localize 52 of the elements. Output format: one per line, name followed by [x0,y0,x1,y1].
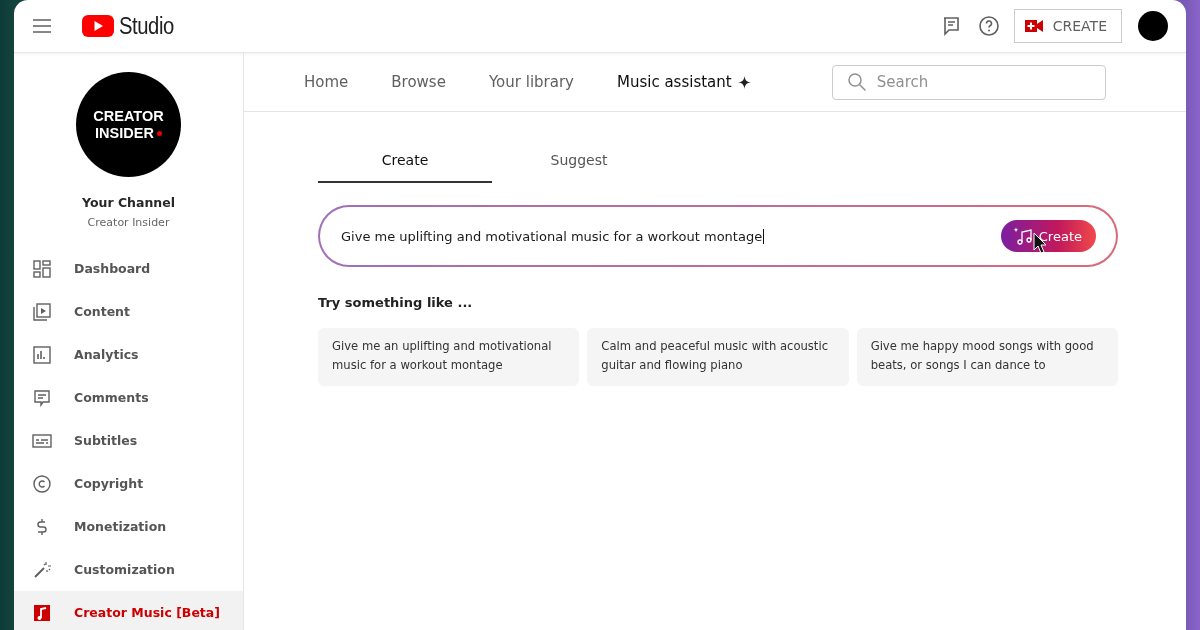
sidebar-item[interactable]: Analytics [14,333,243,376]
dot-icon [156,130,162,136]
channel-title: Your Channel [82,195,175,210]
video-plus-icon [1024,20,1043,32]
create-music-button[interactable]: Create [1000,220,1096,252]
sidebar-item[interactable]: Subtitles [14,419,243,462]
sidebar-label: Creator Music [Beta] [74,605,220,620]
nav-tab[interactable]: Home [304,73,349,91]
copyright-icon [32,473,52,494]
sidebar-item[interactable]: Customization [14,548,243,591]
suggestion-card[interactable]: Give me an uplifting and motivational music for a workout montage [318,328,580,386]
sidebar-label: Copyright [74,476,144,491]
sidebar-label: Monetization [74,519,167,534]
dashboard-icon [32,258,52,279]
help-icon[interactable] [977,15,1000,37]
account-avatar[interactable] [1138,11,1168,41]
analytics-icon [32,344,52,365]
sidebar-item[interactable]: Creator Music [Beta] [14,591,243,630]
customization-icon [32,559,52,580]
suggestion-card[interactable]: Give me happy mood songs with good beats, or songs I can dance to [856,328,1118,386]
nav-tab[interactable]: Music assistant [617,73,751,91]
music-sparkle-icon [1012,226,1035,246]
sidebar-label: Analytics [74,347,139,362]
play-logo-icon [82,15,114,37]
create-button[interactable]: CREATE [1013,9,1122,43]
sidebar-label: Customization [74,562,175,577]
mode-tab[interactable]: Create [318,152,492,183]
avatar-text: INSIDER [95,124,154,142]
sidebar-label: Comments [74,390,149,405]
sidebar-label: Subtitles [74,433,138,448]
content-icon [32,301,52,322]
sidebar-item[interactable]: Content [14,290,243,333]
nav-tab[interactable]: Your library [488,73,574,91]
sidebar-item[interactable]: Dashboard [14,247,243,290]
logo-text: Studio [119,12,174,40]
comments-icon [32,387,52,408]
suggestions-heading: Try something like ... [318,295,474,310]
search-icon [846,72,867,92]
channel-name: Creator Insider [87,216,170,229]
suggestion-card[interactable]: Calm and peaceful music with acoustic guitar and flowing piano [587,328,849,386]
search-placeholder: Search [876,73,929,91]
sidebar-item[interactable]: Monetization [14,505,243,548]
mode-tab[interactable]: Suggest [492,152,666,183]
prompt-input[interactable]: Give me uplifting and motivational music for a workout montage [341,228,765,244]
music-icon [32,602,52,623]
sidebar-label: Dashboard [74,261,151,276]
menu-icon[interactable] [32,18,52,34]
sidebar-item[interactable]: Copyright [14,462,243,505]
nav-tab[interactable]: Browse [391,73,446,91]
avatar-text: CREATOR [93,107,164,125]
sidebar-label: Content [74,304,130,319]
sidebar-item[interactable]: Comments [14,376,243,419]
